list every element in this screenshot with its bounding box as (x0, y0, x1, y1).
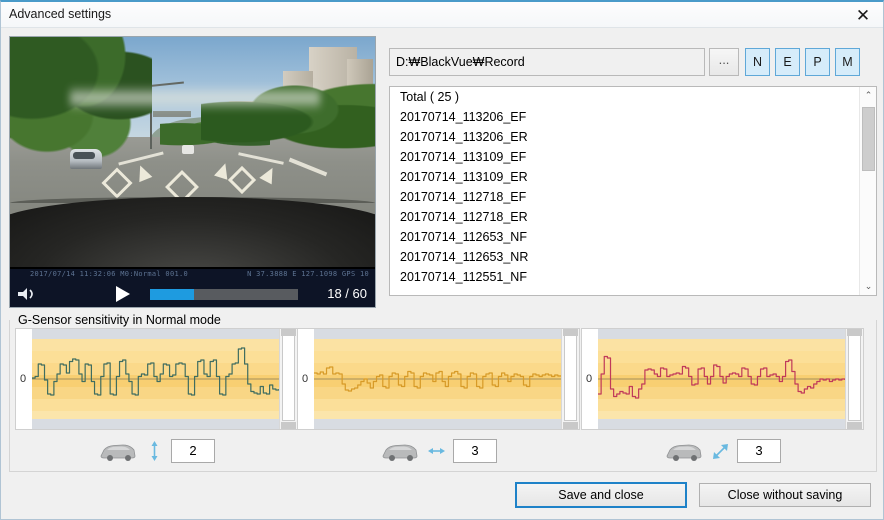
gsensor-plot-y (314, 329, 561, 429)
title-bar: Advanced settings ✕ (1, 2, 883, 28)
gsensor-chart-y[interactable]: 0 (297, 328, 580, 430)
list-item[interactable]: 20170714_112653_NR (390, 247, 859, 267)
list-item[interactable]: 20170714_113206_ER (390, 127, 859, 147)
slider-thumb[interactable] (282, 335, 295, 421)
arrow-diagonal-icon (711, 439, 730, 463)
window-title: Advanced settings (9, 7, 112, 21)
gsensor-channel-y: 0 3 (297, 328, 580, 468)
recording-file-list[interactable]: Total ( 25 ) 20170714_113206_EF 20170714… (389, 86, 877, 296)
gsensor-range-slider-z[interactable] (845, 329, 863, 429)
gsensor-plot-x (32, 329, 279, 429)
car-icon (380, 439, 420, 463)
slider-cap-bottom (281, 422, 296, 429)
browse-folder-button[interactable]: ... (709, 48, 739, 76)
list-item[interactable]: 20170714_113109_EF (390, 147, 859, 167)
gsensor-plot-z (598, 329, 845, 429)
mode-button-e[interactable]: E (775, 48, 800, 76)
video-preview-panel[interactable]: 2017/07/14 11:32:06 M0:Normal 001.0 N 37… (9, 36, 376, 308)
mode-button-m[interactable]: M (835, 48, 860, 76)
save-and-close-button[interactable]: Save and close (515, 482, 687, 508)
record-path-input[interactable]: D:₩BlackVue₩Record (389, 48, 705, 76)
player-control-bar: 18 / 60 (10, 281, 375, 307)
gsensor-axis-x: 0 (16, 329, 32, 429)
scroll-down-icon[interactable]: ⌄ (860, 278, 876, 295)
gsensor-chart-z[interactable]: 0 (581, 328, 864, 430)
close-icon[interactable]: ✕ (845, 3, 881, 27)
osd-timestamp: 2017/07/14 11:32:06 M0:Normal 001.0 (30, 270, 189, 278)
advanced-settings-window: Advanced settings ✕ 2017/07/14 11:32:06 … (0, 0, 884, 520)
scene-car-hood (10, 197, 375, 267)
seek-progress (150, 289, 195, 300)
gsensor-channel-x: 0 2 (15, 328, 298, 468)
axis-zero-label: 0 (586, 373, 593, 385)
car-icon (664, 439, 704, 463)
list-item[interactable]: 20170714_112551_NF (390, 267, 859, 287)
scene-car-parked (70, 149, 102, 169)
mode-button-n[interactable]: N (745, 48, 770, 76)
gsensor-sensitivity-input-x[interactable]: 2 (171, 439, 215, 463)
gsensor-channel-z: 0 3 (581, 328, 864, 468)
gsensor-range-slider-y[interactable] (561, 329, 579, 429)
gsensor-group-label: G-Sensor sensitivity in Normal mode (13, 313, 226, 327)
frame-counter: 18 / 60 (327, 286, 367, 301)
gsensor-controls-y: 3 (297, 434, 580, 468)
footer-divider (1, 478, 883, 479)
slider-cap-bottom (563, 422, 578, 429)
list-item[interactable]: 20170714_113109_ER (390, 167, 859, 187)
path-row: D:₩BlackVue₩Record ... N E P M (389, 48, 877, 78)
gsensor-axis-z: 0 (582, 329, 598, 429)
gsensor-sensitivity-input-y[interactable]: 3 (453, 439, 497, 463)
volume-icon[interactable] (16, 286, 36, 302)
slider-thumb[interactable] (848, 335, 861, 421)
slider-thumb[interactable] (564, 335, 577, 421)
list-item[interactable]: 20170714_112718_ER (390, 207, 859, 227)
slider-cap-bottom (847, 422, 862, 429)
osd-gps: N 37.3888 E 127.1098 GPS 10 (247, 270, 369, 278)
play-icon[interactable] (116, 286, 130, 302)
seek-bar[interactable] (150, 289, 298, 300)
mode-button-p[interactable]: P (805, 48, 830, 76)
video-osd-strip: 2017/07/14 11:32:06 M0:Normal 001.0 N 37… (10, 269, 375, 281)
scene-windshield-glare (70, 85, 320, 111)
file-list-scrollbar[interactable]: ⌃ ⌄ (859, 87, 876, 295)
axis-zero-label: 0 (20, 373, 27, 385)
car-icon (98, 439, 138, 463)
scroll-up-icon[interactable]: ⌃ (860, 87, 876, 104)
arrow-horizontal-icon (427, 439, 446, 463)
list-item[interactable]: 20170714_112653_NF (390, 227, 859, 247)
gsensor-controls-z: 3 (581, 434, 864, 468)
file-list-total: Total ( 25 ) (400, 90, 460, 104)
arrow-vertical-icon (145, 439, 164, 463)
list-item[interactable]: 20170714_113206_EF (390, 107, 859, 127)
close-without-saving-button[interactable]: Close without saving (699, 483, 871, 507)
gsensor-sensitivity-input-z[interactable]: 3 (737, 439, 781, 463)
axis-zero-label: 0 (302, 373, 309, 385)
gsensor-chart-x[interactable]: 0 (15, 328, 298, 430)
scrollbar-thumb[interactable] (862, 107, 875, 171)
scene-car-distant (182, 145, 194, 154)
list-item[interactable]: 20170714_112718_EF (390, 187, 859, 207)
video-frame (10, 37, 375, 267)
gsensor-range-slider-x[interactable] (279, 329, 297, 429)
gsensor-axis-y: 0 (298, 329, 314, 429)
scene-sign-gantry (153, 111, 191, 117)
gsensor-controls-x: 2 (15, 434, 298, 468)
file-list-rows: Total ( 25 ) 20170714_113206_EF 20170714… (390, 87, 859, 295)
